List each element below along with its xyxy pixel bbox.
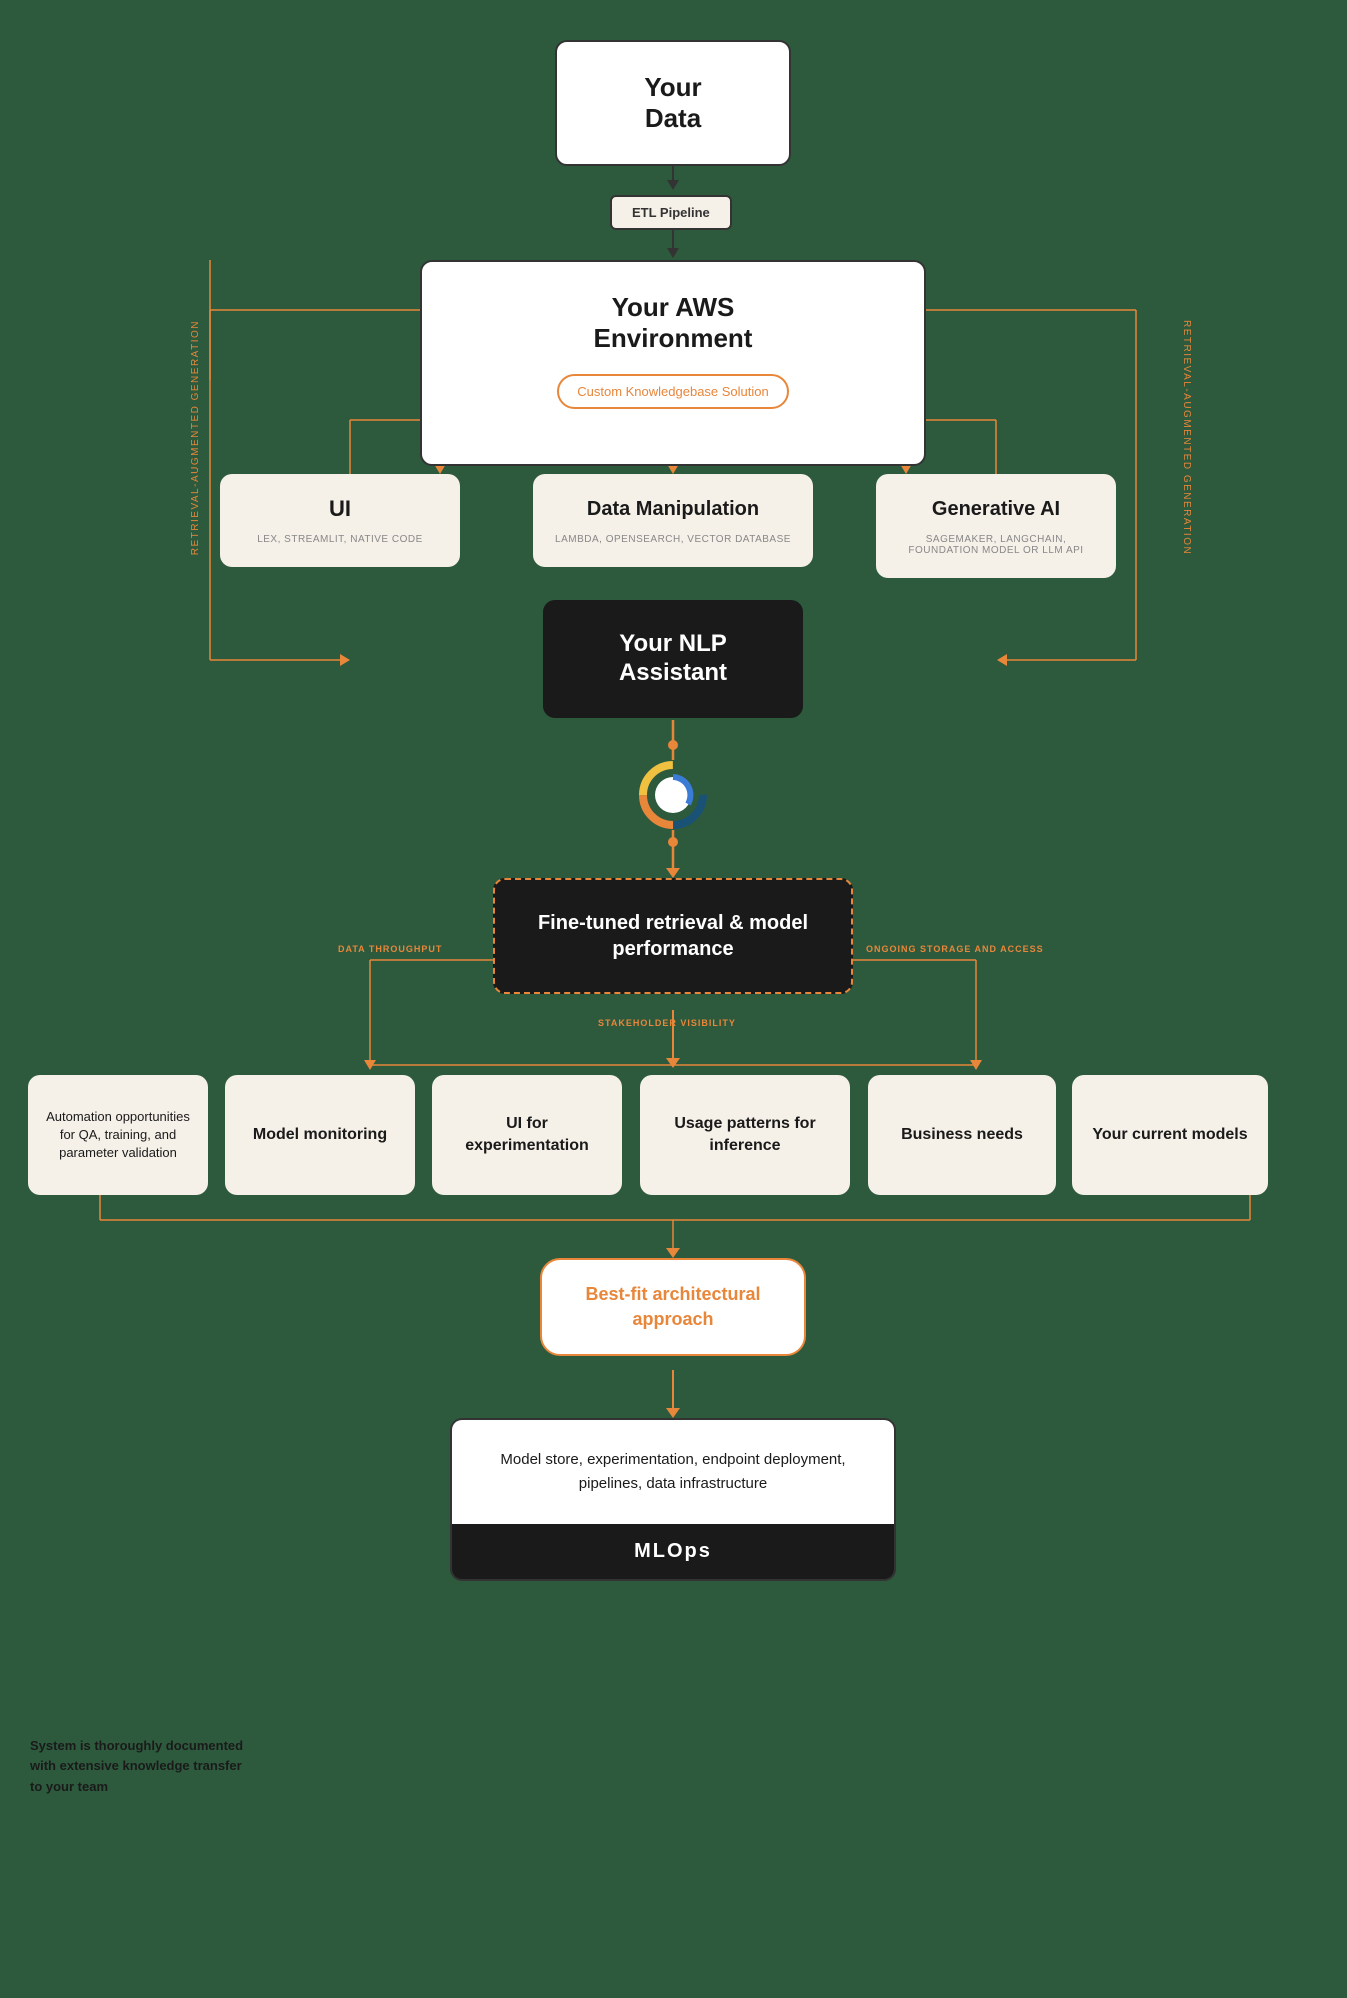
usage-patterns-text: Usage patterns for inference <box>652 1113 838 1158</box>
rag-right-label: Retrieval-Augmented Generation <box>1181 320 1192 555</box>
nlp-title2: Assistant <box>563 659 783 688</box>
fine-tuned-box: Fine-tuned retrieval & model performance <box>493 878 853 994</box>
generative-ai-box: Generative AI SAGEMAKER, LANGCHAIN, FOUN… <box>876 474 1116 578</box>
data-manipulation-box: Data Manipulation LAMBDA, OPENSEARCH, VE… <box>533 474 813 567</box>
automation-card: Automation opportunities for QA, trainin… <box>28 1075 208 1195</box>
automation-text: Automation opportunities for QA, trainin… <box>40 1108 196 1163</box>
aws-custom-kb: Custom Knowledgebase Solution <box>557 374 789 409</box>
ui-experimentation-text: UI for experimentation <box>444 1113 610 1158</box>
mlops-container: Model store, experimentation, endpoint d… <box>450 1418 896 1581</box>
nlp-title: Your NLP <box>563 630 783 659</box>
data-manip-title: Data Manipulation <box>547 496 799 522</box>
mlops-top-text: Model store, experimentation, endpoint d… <box>452 1420 894 1524</box>
best-fit-box: Best-fit architectural approach <box>540 1258 806 1356</box>
aws-env-title2: Environment <box>442 323 904 354</box>
aws-env-box: Your AWS Environment Custom Knowledgebas… <box>420 260 926 466</box>
mlops-bottom-text: MLOps <box>452 1524 894 1579</box>
data-manip-subtitle: LAMBDA, OPENSEARCH, VECTOR DATABASE <box>547 534 799 545</box>
your-data-box: Your Data <box>555 40 791 166</box>
best-fit-title: Best-fit architectural approach <box>562 1282 784 1332</box>
model-monitoring-card: Model monitoring <box>225 1075 415 1195</box>
gen-ai-title: Generative AI <box>890 496 1102 522</box>
business-needs-text: Business needs <box>901 1124 1023 1146</box>
ongoing-storage-label: ONGOING STORAGE AND ACCESS <box>866 944 1044 954</box>
current-models-text: Your current models <box>1092 1124 1247 1146</box>
icon-circle <box>638 760 708 830</box>
usage-patterns-card: Usage patterns for inference <box>640 1075 850 1195</box>
ui-box: UI LEX, STREAMLIT, NATIVE CODE <box>220 474 460 567</box>
current-models-card: Your current models <box>1072 1075 1268 1195</box>
ui-experimentation-card: UI for experimentation <box>432 1075 622 1195</box>
stakeholder-visibility-label: STAKEHOLDER VISIBILITY <box>598 1018 736 1028</box>
system-note: System is thoroughly documented with ext… <box>30 1736 250 1798</box>
etl-pipeline-label: ETL Pipeline <box>632 205 710 220</box>
ui-title: UI <box>234 496 446 522</box>
custom-kb-label: Custom Knowledgebase Solution <box>557 374 789 409</box>
gen-ai-subtitle: SAGEMAKER, LANGCHAIN, FOUNDATION MODEL O… <box>890 534 1102 556</box>
your-data-title: Your <box>577 72 769 103</box>
nlp-assistant-box: Your NLP Assistant <box>543 600 803 718</box>
model-monitoring-text: Model monitoring <box>253 1124 387 1146</box>
multicolor-ring-icon <box>638 760 708 830</box>
data-throughput-label: DATA THROUGHPUT <box>338 944 442 954</box>
rag-left-label: Retrieval-Augmented Generation <box>190 320 201 555</box>
business-needs-card: Business needs <box>868 1075 1056 1195</box>
etl-pipeline-box: ETL Pipeline <box>610 195 732 230</box>
ui-subtitle: LEX, STREAMLIT, NATIVE CODE <box>234 534 446 545</box>
main-diagram: Your Data ETL Pipeline Your AWS Environm… <box>0 0 1347 1998</box>
fine-tuned-title: Fine-tuned retrieval & model performance <box>515 910 831 962</box>
aws-env-title: Your AWS <box>442 292 904 323</box>
your-data-title2: Data <box>577 103 769 134</box>
